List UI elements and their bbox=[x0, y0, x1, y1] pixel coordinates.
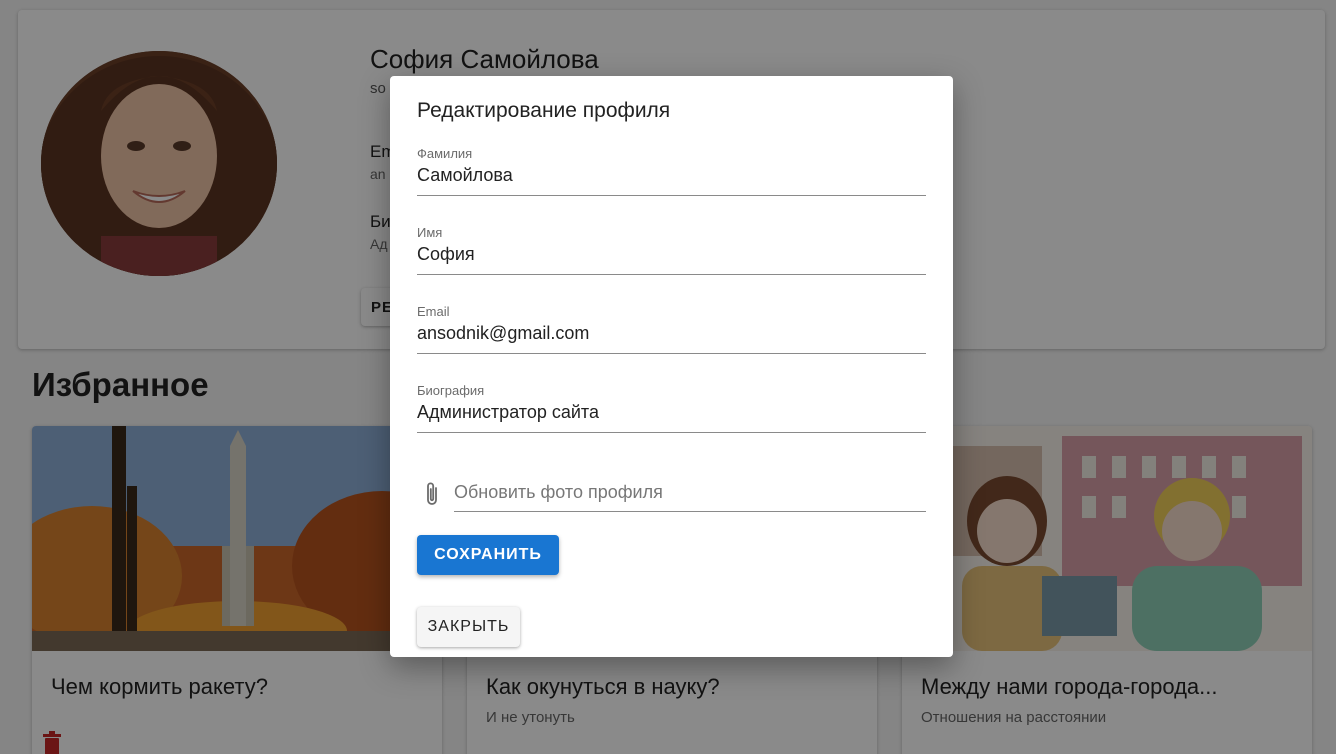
bio-label: Биография bbox=[417, 383, 485, 398]
email-field: Email bbox=[417, 304, 926, 354]
edit-profile-dialog: Редактирование профиля Фамилия Имя Email… bbox=[390, 76, 953, 657]
last-name-label: Фамилия bbox=[417, 146, 473, 161]
first-name-input[interactable] bbox=[417, 240, 926, 275]
photo-upload-input[interactable] bbox=[454, 477, 926, 512]
save-button[interactable]: СОХРАНИТЬ bbox=[417, 535, 559, 575]
email-input[interactable] bbox=[417, 319, 926, 354]
photo-upload-row bbox=[417, 477, 926, 512]
last-name-field: Фамилия bbox=[417, 146, 926, 196]
first-name-field: Имя bbox=[417, 225, 926, 275]
last-name-input[interactable] bbox=[417, 161, 926, 196]
email-label: Email bbox=[417, 304, 450, 319]
dialog-title: Редактирование профиля bbox=[417, 99, 671, 122]
paperclip-icon[interactable] bbox=[423, 481, 441, 507]
bio-field: Биография bbox=[417, 383, 926, 433]
bio-input[interactable] bbox=[417, 398, 926, 433]
close-button[interactable]: ЗАКРЫТЬ bbox=[417, 607, 520, 647]
first-name-label: Имя bbox=[417, 225, 443, 240]
